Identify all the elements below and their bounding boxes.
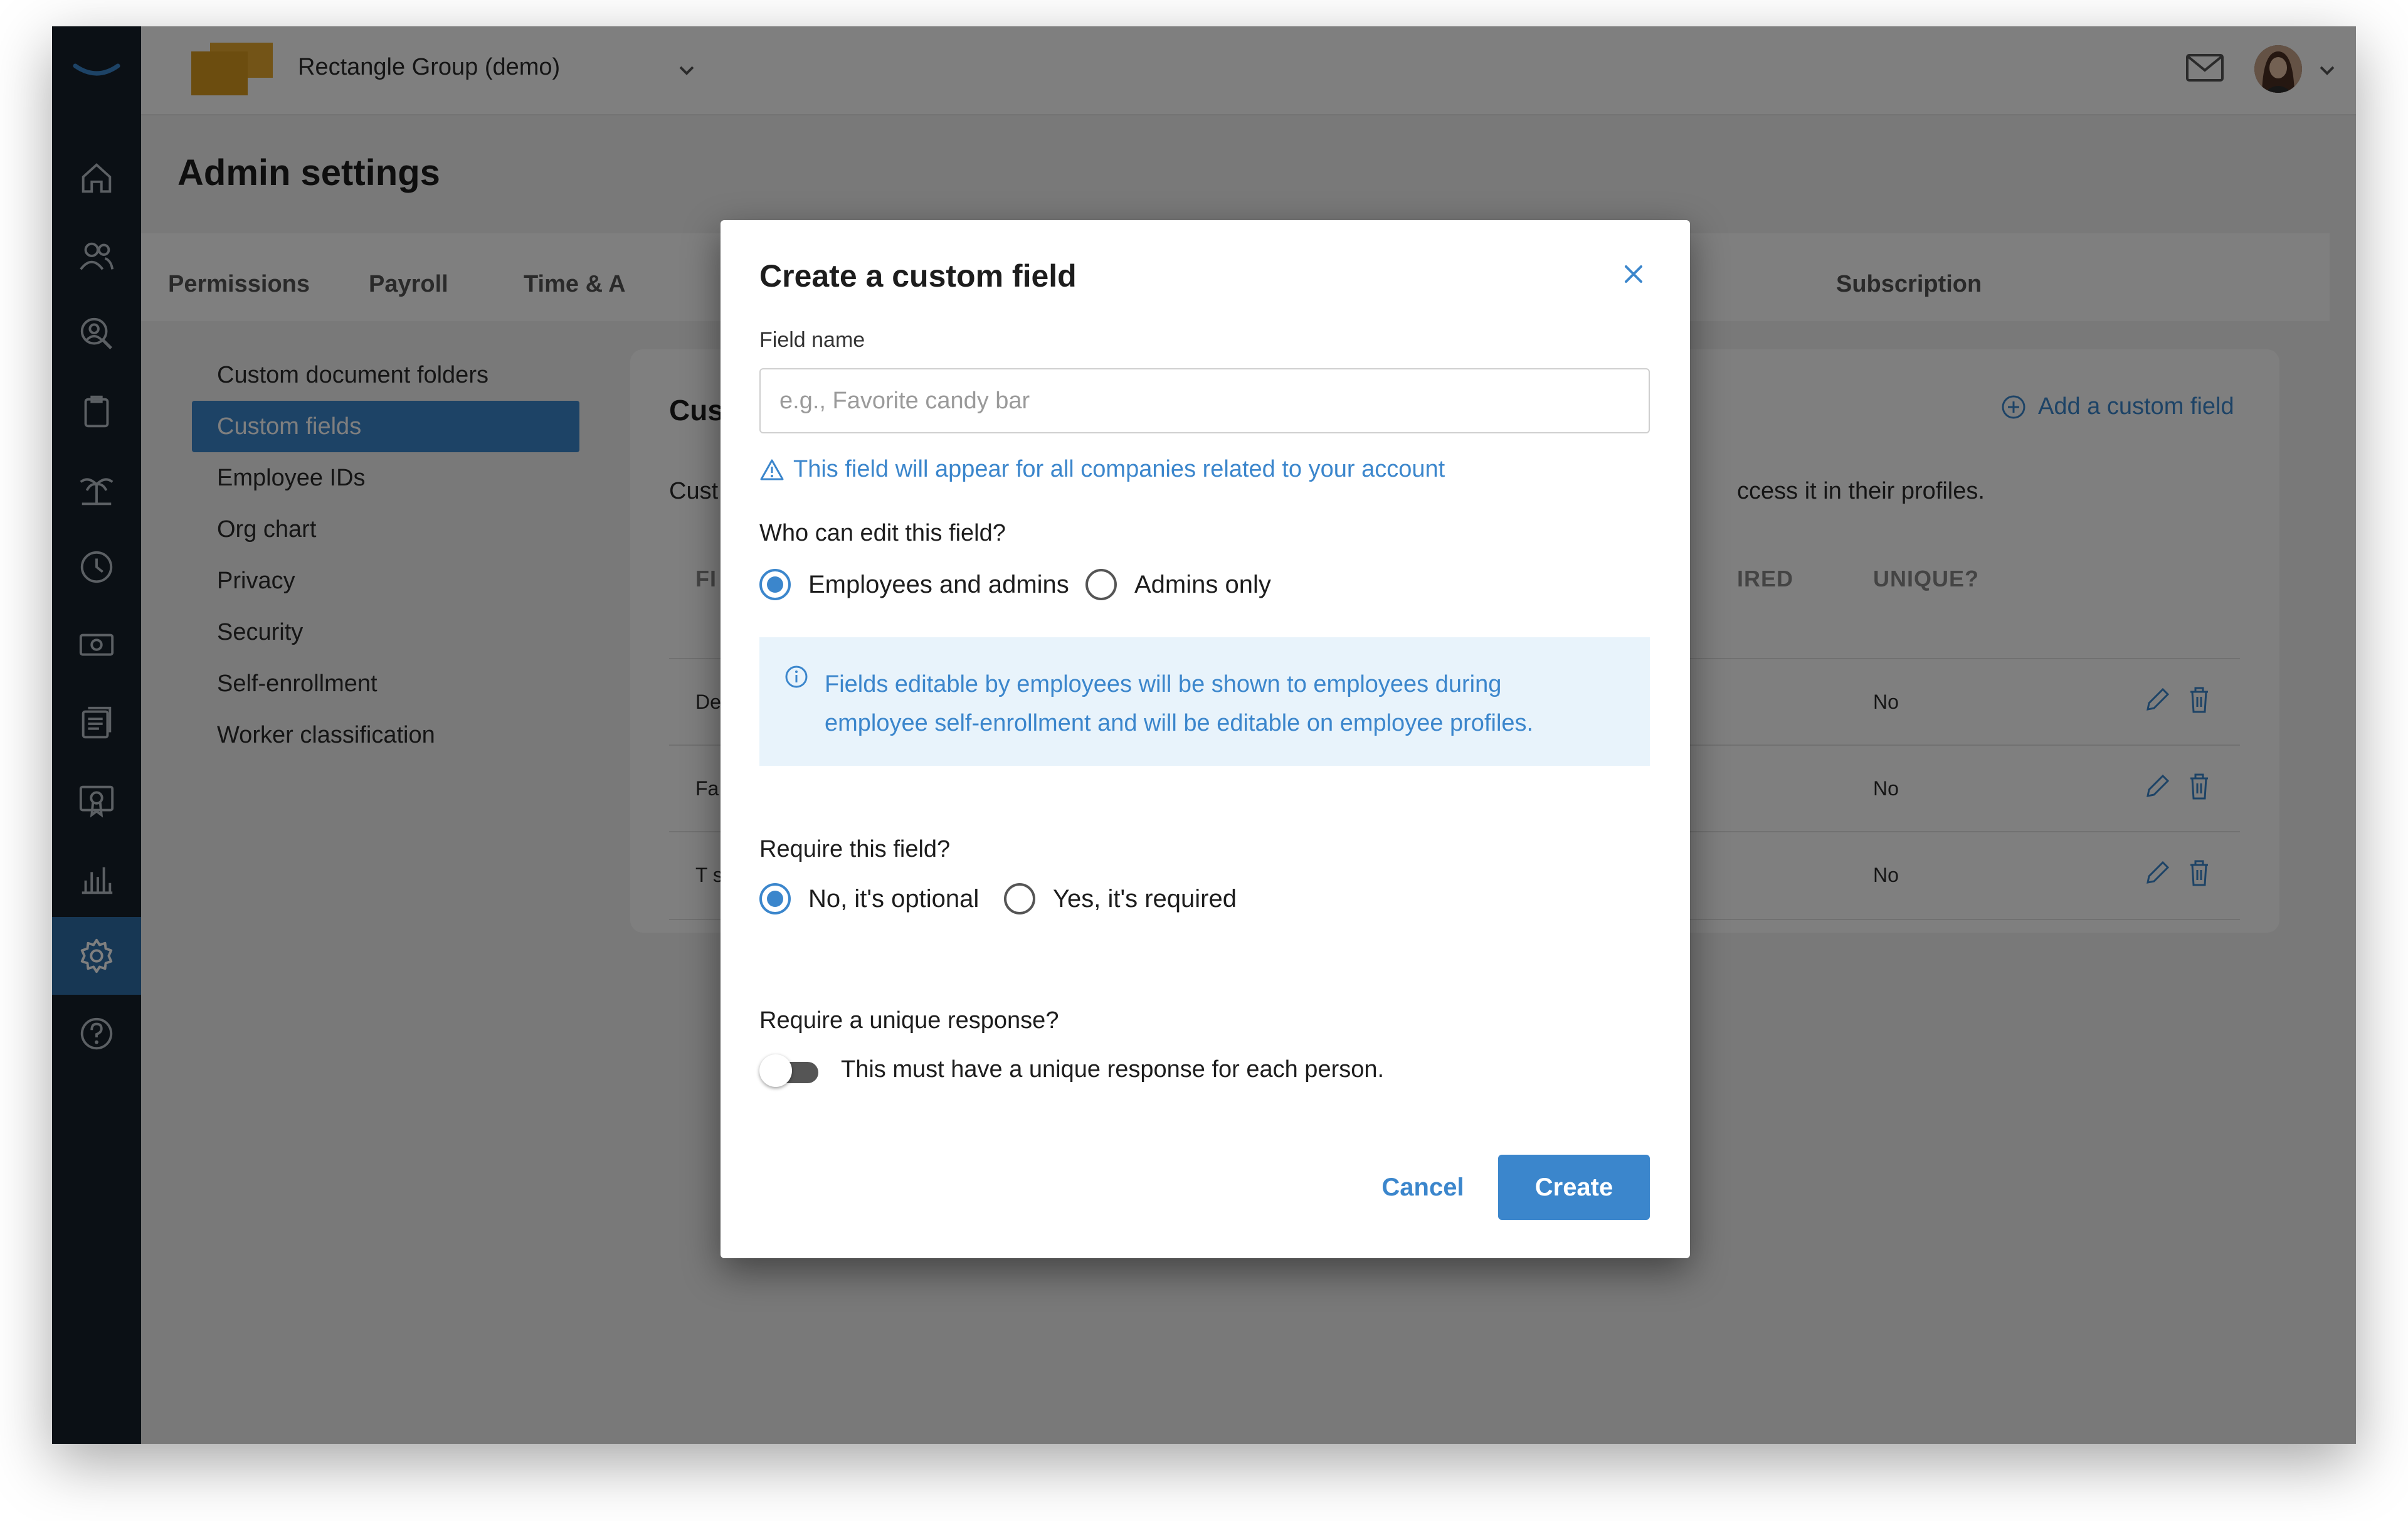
radio-selected-icon: [759, 569, 791, 600]
radio-unselected-icon: [1004, 883, 1035, 914]
radio-label: Yes, it's required: [1053, 884, 1237, 913]
create-custom-field-dialog: Create a custom field Field name This fi…: [721, 220, 1690, 1258]
require-question: Require this field?: [759, 836, 951, 862]
radio-admins-only[interactable]: Admins only: [1085, 569, 1271, 600]
warning-icon: [760, 459, 784, 480]
radio-label: No, it's optional: [808, 884, 980, 913]
toggle-knob: [759, 1054, 792, 1087]
account-warning: This field will appear for all companies…: [759, 456, 1445, 483]
field-name-input[interactable]: [759, 368, 1650, 433]
radio-employees-and-admins[interactable]: Employees and admins: [759, 569, 1069, 600]
unique-response-toggle[interactable]: [759, 1054, 820, 1087]
radio-label: Admins only: [1134, 570, 1271, 598]
edit-question: Who can edit this field?: [759, 520, 1006, 546]
info-text: Fields editable by employees will be sho…: [825, 671, 1534, 736]
radio-optional[interactable]: No, it's optional: [759, 883, 979, 914]
radio-required[interactable]: Yes, it's required: [1004, 883, 1237, 914]
radio-label: Employees and admins: [808, 570, 1069, 598]
close-icon[interactable]: [1617, 258, 1650, 290]
unique-toggle-label: This must have a unique response for eac…: [841, 1056, 1385, 1083]
unique-question: Require a unique response?: [759, 1007, 1059, 1034]
field-name-label: Field name: [759, 328, 865, 352]
radio-selected-icon: [759, 883, 791, 914]
radio-unselected-icon: [1085, 569, 1117, 600]
info-callout: Fields editable by employees will be sho…: [759, 637, 1650, 766]
app-window: Rectangle Group (demo) Admin settings Pe…: [52, 26, 2356, 1444]
warning-text: This field will appear for all companies…: [793, 456, 1445, 482]
dialog-title: Create a custom field: [759, 258, 1077, 294]
cancel-button[interactable]: Cancel: [1366, 1155, 1479, 1220]
info-icon: [785, 665, 808, 688]
create-button[interactable]: Create: [1498, 1155, 1650, 1220]
